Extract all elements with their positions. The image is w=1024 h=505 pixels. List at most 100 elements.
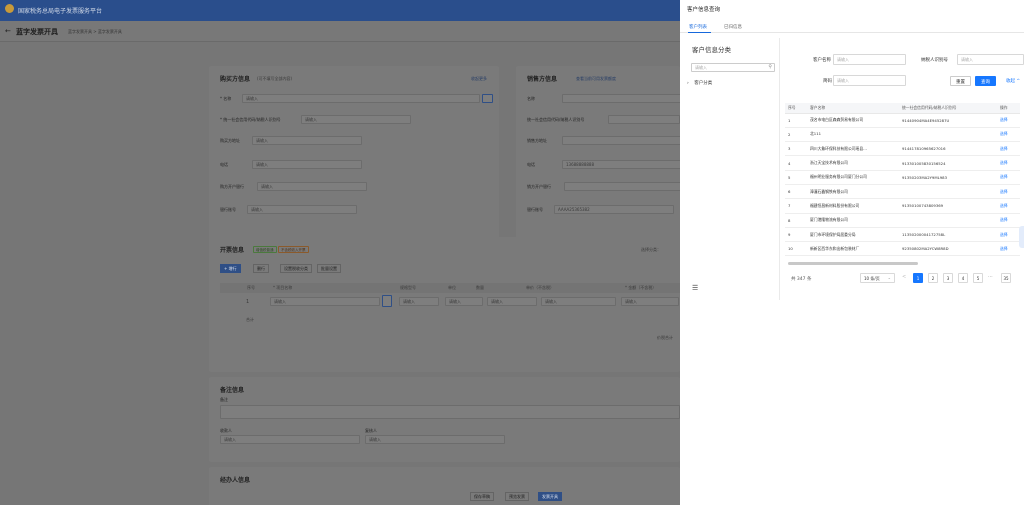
page-4[interactable]: 4	[958, 273, 968, 283]
page-3[interactable]: 3	[943, 273, 953, 283]
table-horizontal-scrollbar[interactable]	[788, 262, 918, 265]
tab-customer-list[interactable]: 客户列表	[689, 24, 707, 30]
tree-node-customer-category[interactable]: › 客户分类	[687, 80, 712, 86]
buyer-lookup-button[interactable]	[482, 94, 493, 103]
menu-icon[interactable]: ☰	[692, 284, 698, 292]
row-select-link[interactable]: 选择	[997, 213, 1020, 228]
customer-table-header: 序号 客户名称 统一社会信用代码/纳税人识别号 操作	[785, 103, 1020, 114]
buyer-taxid-input[interactable]: 请输入	[301, 115, 411, 124]
row-index: 7	[785, 198, 807, 214]
item-lookup-button[interactable]	[382, 295, 392, 307]
item-price-input[interactable]: 请输入	[541, 297, 616, 306]
row-customer-name: 福州明业服务有限公司厦门分公司	[807, 170, 899, 185]
row-index: 10	[785, 241, 807, 257]
row-taxid: 91350100743809369	[899, 198, 997, 214]
seller-name-value	[562, 94, 682, 103]
search-icon[interactable]: ⚲	[768, 64, 772, 70]
query-button[interactable]: 查询	[975, 76, 996, 86]
page-size-select[interactable]: 10 条/页 ⌄	[860, 273, 895, 283]
row-index: 9	[785, 227, 807, 243]
buyer-phone-input[interactable]: 请输入	[252, 160, 362, 169]
buyer-more-link[interactable]: 收起更多	[471, 76, 487, 82]
reset-button[interactable]: 重置	[950, 76, 971, 86]
page-5[interactable]: 5	[973, 273, 983, 283]
collapse-filters-link[interactable]: 收起 ^	[1006, 78, 1020, 84]
drawer-title: 客户信息查询	[687, 7, 721, 13]
buyer-phone-label: 电话	[220, 162, 228, 167]
item-name-input[interactable]: 请输入	[270, 297, 380, 306]
seller-bank-label: 销方开户银行	[527, 184, 551, 189]
page-2[interactable]: 2	[928, 273, 938, 283]
page-size-value: 10 条/页	[864, 276, 880, 281]
row-select-link[interactable]: 选择	[997, 227, 1020, 243]
save-draft-button[interactable]: 保存草稿	[470, 492, 494, 501]
taxid-input[interactable]: 请输入	[957, 54, 1024, 65]
row-taxid	[899, 184, 997, 200]
agent-card: 经办人信息	[209, 467, 680, 505]
buyer-address-input[interactable]: 请输入	[252, 136, 362, 145]
buyer-account-input[interactable]: 请输入	[247, 205, 357, 214]
page-1[interactable]: 1	[913, 273, 923, 283]
dimmed-form-area: 购买方信息 (可不填写全部内容) 收起更多 * 名称 请输入 * 统一社会信用代…	[0, 42, 682, 505]
prev-page-button[interactable]: <	[902, 274, 906, 280]
issue-invoice-button[interactable]: 发票开具	[538, 492, 562, 501]
checker-label: 复核人	[365, 428, 377, 433]
tree-expand-icon[interactable]: ›	[687, 81, 689, 86]
buyer-name-input[interactable]: 请输入	[242, 94, 480, 103]
row-select-link[interactable]: 选择	[997, 113, 1020, 128]
page-last[interactable]: 35	[1001, 273, 1011, 283]
customer-row: 1 茂名市电白区森森贸易有限公司 91440904MA4E945287U 选择	[785, 113, 1020, 128]
item-spec-input[interactable]: 请输入	[399, 297, 439, 306]
row-taxid	[899, 127, 997, 143]
seller-phone-value: 13688888888	[562, 160, 682, 169]
col-taxid: 统一社会信用代码/纳税人识别号	[899, 103, 997, 114]
row-select-link[interactable]: 选择	[997, 155, 1020, 171]
row-customer-name: 厦门市环境保护局居委分局	[807, 227, 899, 243]
category-search-placeholder: 请输入	[695, 65, 707, 70]
row-select-link[interactable]: 选择	[997, 198, 1020, 214]
customer-row: 9 厦门市环境保护局居委分局 11350200004172758L 选择	[785, 227, 1020, 243]
seller-quota-link[interactable]: 查看当前可用发票额度	[576, 76, 616, 82]
breadcrumb: 蓝字发票开具 > 蓝字发票开具	[68, 29, 122, 34]
tab-archived[interactable]: 已归信息	[724, 24, 742, 30]
buyer-account-label: 银行账号	[220, 207, 236, 212]
row-customer-name: 茂名市电白区森森贸易有限公司	[807, 113, 899, 128]
preview-invoice-button[interactable]: 预览发票	[505, 492, 529, 501]
seller-account-label: 银行账号	[527, 207, 543, 212]
row-select-link[interactable]: 选择	[997, 184, 1020, 200]
buyer-bank-input[interactable]: 请输入	[257, 182, 367, 191]
seller-phone-label: 电话	[527, 162, 535, 167]
item-qty-input[interactable]: 请输入	[487, 297, 537, 306]
customer-table: 序号 客户名称 统一社会信用代码/纳税人识别号 操作 1 茂名市电白区森森贸易有限…	[785, 103, 1020, 257]
seller-taxid-value	[608, 115, 680, 124]
remark-textarea[interactable]	[220, 405, 680, 419]
row-select-link[interactable]: 选择	[997, 241, 1020, 257]
checker-input[interactable]: 请输入	[365, 435, 505, 444]
add-row-button[interactable]: + 增行	[220, 264, 241, 273]
delete-row-button[interactable]: 删行	[253, 264, 269, 273]
top-bar: 国家税务总局电子发票服务平台	[0, 0, 680, 21]
total-count: 共 347 条	[791, 277, 812, 282]
remark-label: 备注	[220, 397, 228, 402]
back-arrow-icon[interactable]: ←	[5, 27, 11, 35]
payee-input[interactable]: 请输入	[220, 435, 360, 444]
row-taxid: 914417810965627016	[899, 141, 997, 157]
set-tax-category-button[interactable]: 设置税收分类	[280, 264, 312, 273]
customer-name-input[interactable]: 请输入	[833, 54, 906, 65]
side-handle[interactable]	[1019, 226, 1024, 248]
batch-set-button[interactable]: 批量设置	[317, 264, 341, 273]
row-select-link[interactable]: 选择	[997, 170, 1020, 185]
drawer-tabs: 客户列表 已归信息	[680, 20, 1024, 33]
category-search-input[interactable]: 请输入 ⚲	[691, 63, 775, 72]
active-tab-indicator	[688, 32, 711, 33]
item-amount-input[interactable]: 请输入	[621, 297, 679, 306]
customer-row: 10 新新区西华东和出新包装材厂 92350802MA2YCW8R8D 选择	[785, 241, 1020, 257]
row-select-link[interactable]: 选择	[997, 141, 1020, 157]
short-code-input[interactable]: 请输入	[833, 75, 906, 86]
remark-card: 备注信息 备注 收款人 请输入 复核人 请输入	[209, 377, 680, 462]
row-select-link[interactable]: 选择	[997, 127, 1020, 143]
page-header: ← 蓝字发票开具 蓝字发票开具 > 蓝字发票开具	[0, 21, 680, 42]
item-unit-input[interactable]: 请输入	[445, 297, 483, 306]
items-col-price: 单价（不含税）	[526, 285, 554, 290]
buyer-address-label: 购买方地址	[220, 138, 240, 143]
